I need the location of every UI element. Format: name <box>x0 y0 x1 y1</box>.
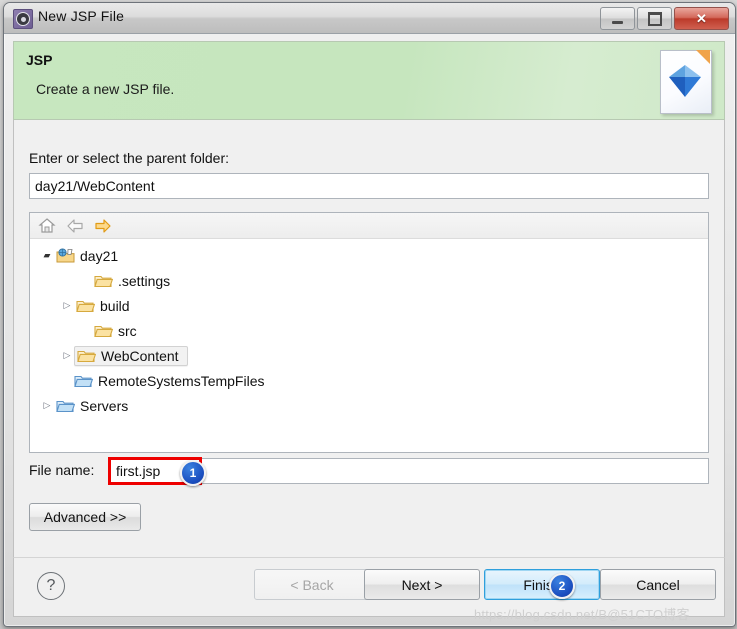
tree-item-build[interactable]: ▷ build <box>30 293 708 318</box>
close-icon: ✕ <box>696 11 707 26</box>
tree-item-label: build <box>100 297 130 314</box>
twisty-collapsed-icon[interactable]: ▷ <box>40 401 54 410</box>
title-bar[interactable]: New JSP File ✕ <box>4 3 735 34</box>
cancel-button[interactable]: Cancel <box>600 569 716 600</box>
gear-icon <box>13 9 33 29</box>
window-controls: ✕ <box>600 7 729 30</box>
tree-item-src[interactable]: src <box>30 318 708 343</box>
advanced-button[interactable]: Advanced >> <box>29 503 141 531</box>
folder-icon <box>76 298 96 313</box>
banner-title: JSP <box>26 52 53 68</box>
window-title: New JSP File <box>38 8 125 24</box>
minimize-button[interactable] <box>600 7 635 30</box>
twisty-expanded-icon[interactable]: ▰ <box>40 251 54 260</box>
folder-icon <box>94 323 114 338</box>
tree-item-webcontent[interactable]: ▷ WebContent <box>30 343 708 368</box>
tree-item-label: WebContent <box>101 347 179 364</box>
step-badge-2: 2 <box>549 573 575 599</box>
banner-subtitle: Create a new JSP file. <box>36 81 175 97</box>
home-icon[interactable] <box>38 217 56 235</box>
watermark-text: https://blog.csdn.net/B@51CTO博客 <box>474 607 690 622</box>
forward-arrow-icon[interactable] <box>94 217 112 235</box>
parent-folder-label: Enter or select the parent folder: <box>29 150 229 166</box>
blue-folder-icon <box>56 398 76 413</box>
next-button[interactable]: Next > <box>364 569 480 600</box>
tree-item-day21[interactable]: ▰ day21 <box>30 243 708 268</box>
back-button[interactable]: < Back <box>254 569 370 600</box>
dialog-window: New JSP File ✕ JSP Create a new JSP file… <box>3 2 736 627</box>
dialog-content: Enter or select the parent folder: day21… <box>13 120 725 557</box>
parent-folder-input[interactable] <box>29 173 709 199</box>
help-button[interactable]: ? <box>37 572 65 600</box>
maximize-icon <box>647 11 662 26</box>
twisty-collapsed-icon[interactable]: ▷ <box>60 351 74 360</box>
folder-tree-panel[interactable]: ▰ day21 .settings ▷ build src ▷ WebConte… <box>29 212 709 453</box>
close-button[interactable]: ✕ <box>674 7 729 30</box>
folder-icon <box>94 273 114 288</box>
jsp-file-icon <box>660 50 712 114</box>
blue-diamond-icon <box>669 65 701 97</box>
maximize-button[interactable] <box>637 7 672 30</box>
tree-item-label: RemoteSystemsTempFiles <box>98 372 265 389</box>
tree-toolbar <box>30 213 708 239</box>
tree-item-settings[interactable]: .settings <box>30 268 708 293</box>
blue-folder-icon <box>74 373 94 388</box>
finish-button[interactable]: Finish <box>484 569 600 600</box>
folder-icon <box>77 348 97 363</box>
screenshot-root: New JSP File ✕ JSP Create a new JSP file… <box>0 0 737 629</box>
wizard-banner: JSP Create a new JSP file. <box>13 41 725 120</box>
tree-item-servers[interactable]: ▷ Servers <box>30 393 708 418</box>
tree-item-label: src <box>118 322 137 339</box>
step-badge-1: 1 <box>180 460 206 486</box>
tree-item-label: day21 <box>80 247 119 264</box>
tree-item-label: Servers <box>80 397 129 414</box>
back-arrow-icon <box>66 217 84 235</box>
minimize-icon <box>612 20 623 24</box>
project-icon <box>56 248 75 263</box>
twisty-collapsed-icon[interactable]: ▷ <box>60 301 74 310</box>
tree-rows: ▰ day21 .settings ▷ build src ▷ WebConte… <box>30 239 708 418</box>
tree-item-remotesystemstempfiles[interactable]: RemoteSystemsTempFiles <box>30 368 708 393</box>
file-name-label: File name: <box>29 462 95 478</box>
tree-item-label: .settings <box>118 272 171 289</box>
